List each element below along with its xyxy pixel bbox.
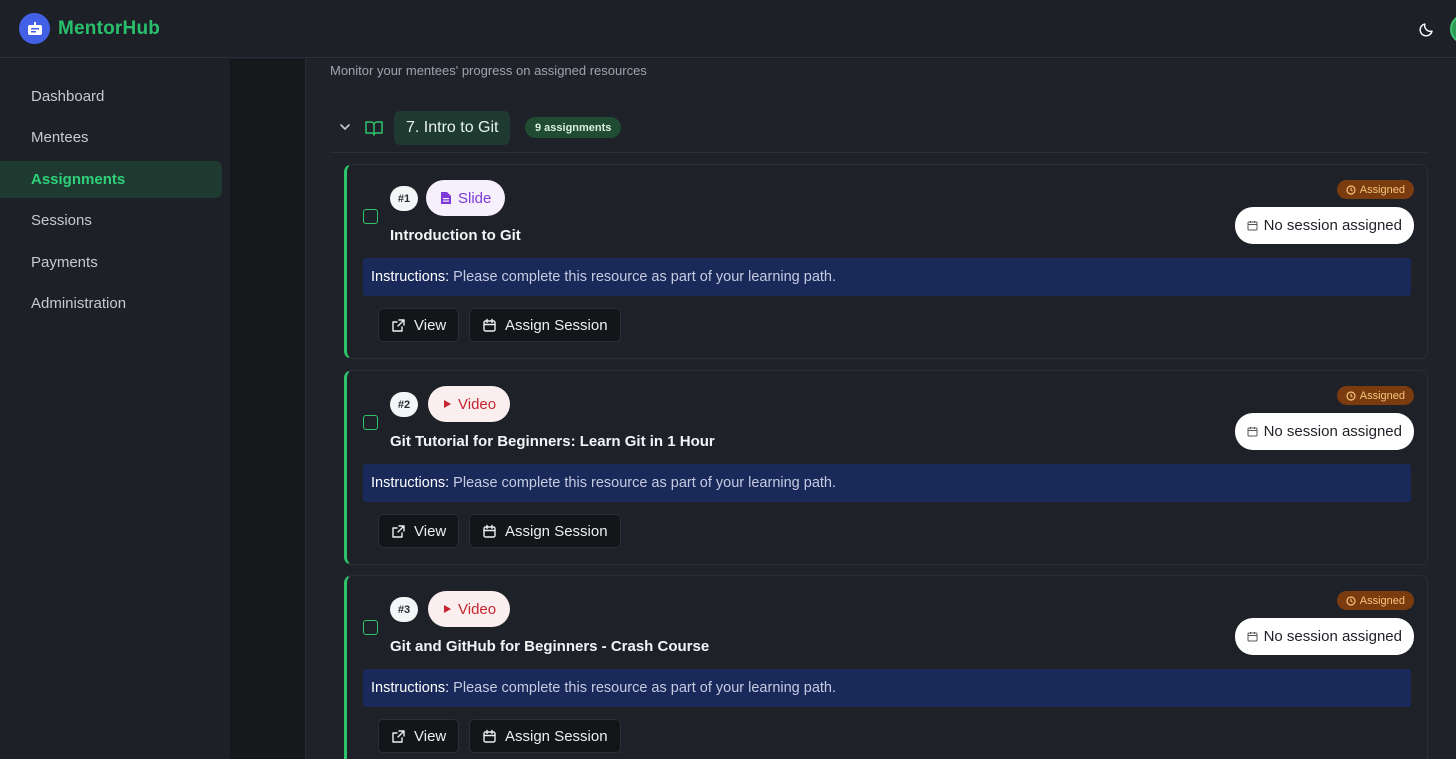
- instructions-box: Instructions: Please complete this resou…: [363, 258, 1411, 296]
- play-icon: [444, 605, 451, 613]
- assignment-checkbox[interactable]: [363, 620, 378, 635]
- instructions-text: Please complete this resource as part of…: [453, 680, 837, 696]
- content-gutter: [231, 59, 305, 759]
- assignment-checkbox[interactable]: [363, 209, 378, 224]
- resource-type-badge: Slide: [426, 180, 506, 216]
- main-content: Monitor your mentees' progress on assign…: [305, 59, 1456, 759]
- instructions-box: Instructions: Please complete this resou…: [363, 464, 1411, 502]
- assign-session-button[interactable]: Assign Session: [469, 719, 621, 753]
- document-icon: [441, 192, 451, 204]
- assignment-number: #1: [390, 186, 418, 211]
- view-button[interactable]: View: [378, 308, 460, 342]
- external-link-icon: [392, 729, 405, 743]
- instructions-text: Please complete this resource as part of…: [453, 269, 837, 285]
- book-open-icon: [364, 118, 384, 138]
- calendar-icon: [1247, 632, 1258, 642]
- instructions-box: Instructions: Please complete this resou…: [363, 669, 1411, 707]
- instructions-label: Instructions:: [371, 269, 450, 285]
- view-button[interactable]: View: [378, 514, 460, 548]
- sidebar-item-dashboard[interactable]: Dashboard: [0, 78, 222, 115]
- view-button[interactable]: View: [378, 719, 460, 753]
- user-avatar[interactable]: [1450, 14, 1456, 44]
- sidebar-item-assignments[interactable]: Assignments: [0, 161, 222, 198]
- theme-toggle-moon-icon[interactable]: [1416, 18, 1438, 40]
- assignment-card: #2 Video Git Tutorial for Beginners: Lea…: [344, 370, 1428, 565]
- session-status-pill[interactable]: No session assigned: [1234, 618, 1414, 655]
- view-button-label: View: [414, 727, 447, 745]
- instructions-text: Please complete this resource as part of…: [453, 475, 837, 491]
- assignment-title: Introduction to Git: [390, 227, 521, 244]
- play-icon: [444, 400, 451, 408]
- assignment-checkbox[interactable]: [363, 415, 378, 430]
- sidebar-item-sessions[interactable]: Sessions: [0, 202, 222, 239]
- assignment-number: #2: [390, 392, 418, 417]
- calendar-icon: [1247, 427, 1258, 437]
- sidebar-item-payments[interactable]: Payments: [0, 244, 222, 281]
- assign-session-label: Assign Session: [505, 727, 608, 745]
- view-button-label: View: [414, 316, 447, 334]
- external-link-icon: [392, 524, 405, 538]
- status-badge: Assigned: [1336, 386, 1414, 405]
- calendar-icon: [483, 729, 496, 743]
- assignment-title: Git Tutorial for Beginners: Learn Git in…: [390, 433, 715, 450]
- session-status-label: No session assigned: [1263, 217, 1402, 234]
- status-label: Assigned: [1359, 594, 1405, 607]
- calendar-icon: [483, 524, 496, 538]
- group-title: 7. Intro to Git: [394, 111, 511, 145]
- status-badge: Assigned: [1336, 180, 1414, 199]
- sidebar-item-administration[interactable]: Administration: [0, 285, 222, 322]
- calendar-icon: [1247, 221, 1258, 231]
- resource-type-badge: Video: [428, 386, 511, 422]
- assign-session-label: Assign Session: [505, 522, 608, 540]
- clock-icon: [1346, 595, 1356, 606]
- session-status-label: No session assigned: [1263, 628, 1402, 645]
- instructions-label: Instructions:: [371, 475, 450, 491]
- session-status-pill[interactable]: No session assigned: [1234, 207, 1414, 244]
- assign-session-label: Assign Session: [505, 316, 608, 334]
- assignment-count-badge: 9 assignments: [525, 117, 622, 138]
- assignment-title: Git and GitHub for Beginners - Crash Cou…: [390, 638, 710, 655]
- resource-type-label: Slide: [458, 189, 492, 207]
- resource-type-badge: Video: [428, 591, 511, 627]
- sidebar-item-mentees[interactable]: Mentees: [0, 119, 222, 156]
- assignment-group-header[interactable]: 7. Intro to Git 9 assignments: [330, 111, 1428, 153]
- assignment-card: #3 Video Git and GitHub for Beginners - …: [344, 575, 1428, 759]
- status-badge: Assigned: [1336, 591, 1414, 610]
- assignment-card: #1 Slide Introduction to Git Assigned No…: [344, 164, 1428, 359]
- status-label: Assigned: [1359, 389, 1405, 402]
- instructions-label: Instructions:: [371, 680, 450, 696]
- assign-session-button[interactable]: Assign Session: [469, 308, 621, 342]
- brand-name: MentorHub: [58, 17, 161, 39]
- sidebar: Dashboard Mentees Assignments Sessions P…: [0, 59, 231, 759]
- assign-session-button[interactable]: Assign Session: [469, 514, 621, 548]
- session-status-label: No session assigned: [1263, 423, 1402, 440]
- resource-type-label: Video: [458, 395, 497, 413]
- status-label: Assigned: [1359, 183, 1405, 196]
- view-button-label: View: [414, 522, 447, 540]
- top-bar: MentorHub: [0, 0, 1456, 58]
- assignment-number: #3: [390, 597, 418, 622]
- page-subtitle: Monitor your mentees' progress on assign…: [330, 63, 647, 78]
- chevron-down-icon[interactable]: [338, 120, 352, 134]
- logo-icon: [19, 13, 50, 44]
- resource-type-label: Video: [458, 600, 497, 618]
- clock-icon: [1346, 184, 1356, 195]
- external-link-icon: [392, 318, 405, 332]
- calendar-icon: [483, 318, 496, 332]
- session-status-pill[interactable]: No session assigned: [1234, 413, 1414, 450]
- brand-logo[interactable]: MentorHub: [19, 13, 160, 44]
- clock-icon: [1346, 390, 1356, 401]
